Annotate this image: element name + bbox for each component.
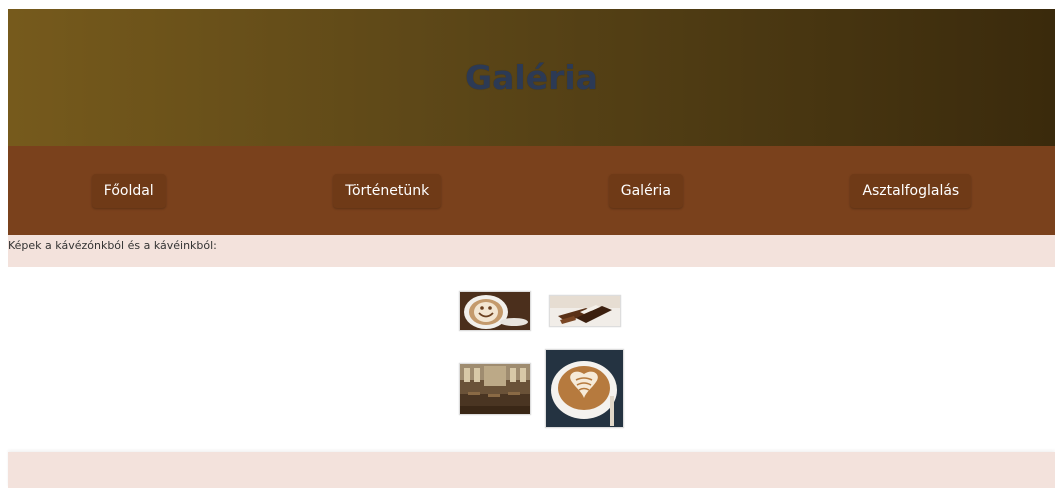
nav-item-reservation[interactable]: Asztalfoglalás bbox=[850, 173, 972, 208]
heart-latte-image bbox=[546, 350, 623, 427]
page-footer bbox=[8, 452, 1055, 488]
page-header: Galéria bbox=[8, 9, 1055, 146]
nav-item-gallery[interactable]: Galéria bbox=[608, 173, 683, 208]
gallery-image-smiley-latte[interactable] bbox=[459, 291, 531, 331]
main-nav: Főoldal Történetünk Galéria Asztalfoglal… bbox=[8, 146, 1055, 235]
nav-item-story[interactable]: Történetünk bbox=[333, 173, 442, 208]
cafe-interior-image bbox=[460, 364, 530, 414]
page: Galéria Főoldal Történetünk Galéria Aszt… bbox=[8, 9, 1055, 488]
nav-item-home[interactable]: Főoldal bbox=[91, 173, 166, 208]
gallery-image-heart-latte[interactable] bbox=[545, 349, 624, 428]
gallery-image-cafe-interior[interactable] bbox=[459, 363, 531, 415]
chocolate-image bbox=[550, 296, 620, 326]
gallery-intro: Képek a kávézónkból és a kávéinkból: bbox=[8, 235, 1055, 267]
gallery-image-chocolate[interactable] bbox=[549, 295, 621, 327]
smiley-latte-image bbox=[460, 292, 530, 330]
page-title: Galéria bbox=[465, 58, 598, 97]
gallery bbox=[8, 267, 1055, 451]
